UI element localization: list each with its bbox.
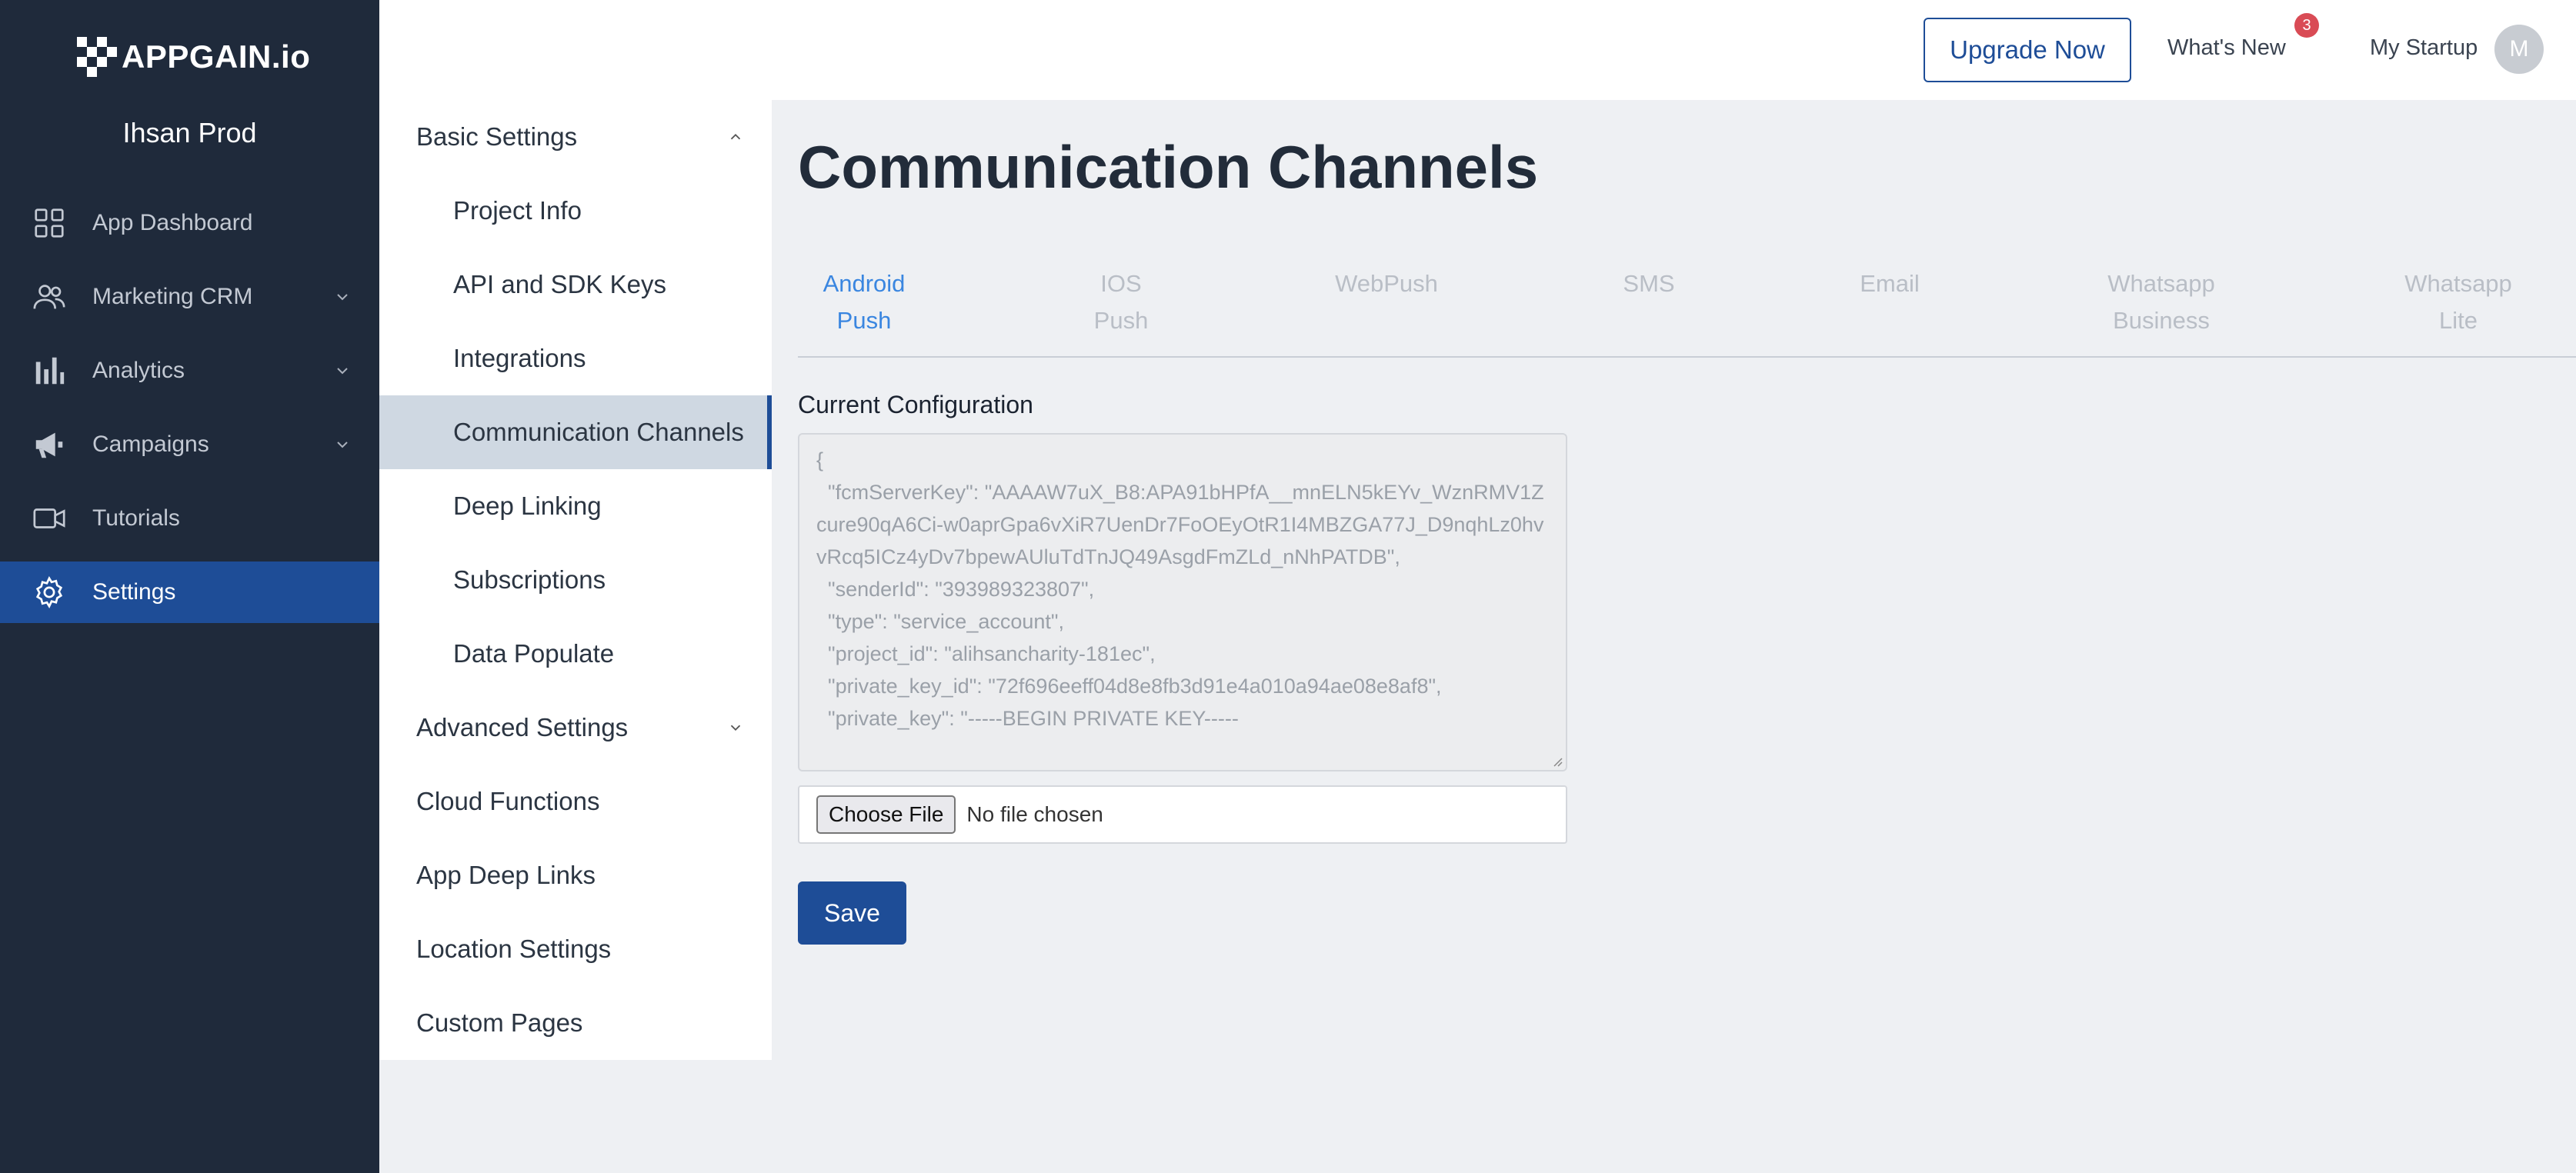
workspace-menu[interactable]: My Startup bbox=[2370, 35, 2478, 61]
tab-whatsapp-lite[interactable]: Whatsapp Lite bbox=[2404, 265, 2512, 339]
notification-badge: 3 bbox=[2294, 13, 2319, 38]
appgain-logo[interactable]: APPGAIN.io bbox=[77, 35, 310, 78]
choose-file-button[interactable]: Choose File bbox=[816, 795, 956, 834]
submenu-item-data-populate[interactable]: Data Populate bbox=[379, 617, 772, 691]
project-name[interactable]: Ihsan Prod bbox=[0, 117, 379, 149]
tab-ios-push[interactable]: IOS Push bbox=[1094, 265, 1149, 339]
grid-icon bbox=[31, 205, 68, 242]
sidebar-item-campaigns[interactable]: Campaigns bbox=[0, 414, 379, 475]
tab-email[interactable]: Email bbox=[1860, 265, 1920, 302]
submenu-group-advanced-settings[interactable]: Advanced Settings bbox=[379, 691, 772, 765]
chevron-down-icon bbox=[337, 442, 348, 448]
sidebar-item-analytics[interactable]: Analytics bbox=[0, 340, 379, 402]
submenu-item-project-info[interactable]: Project Info bbox=[379, 174, 772, 248]
tab-android-push[interactable]: Android Push bbox=[823, 265, 906, 339]
main-sidebar: APPGAIN.io Ihsan Prod App Dashboard Mark… bbox=[0, 0, 379, 1173]
sidebar-item-label: Campaigns bbox=[92, 432, 209, 457]
submenu-group-app-deep-links[interactable]: App Deep Links bbox=[379, 838, 772, 912]
submenu-group-cloud-functions[interactable]: Cloud Functions bbox=[379, 765, 772, 838]
tab-webpush[interactable]: WebPush bbox=[1335, 265, 1438, 302]
sidebar-item-app-dashboard[interactable]: App Dashboard bbox=[0, 192, 379, 254]
chevron-down-icon bbox=[337, 294, 348, 301]
upgrade-now-button[interactable]: Upgrade Now bbox=[1924, 18, 2131, 82]
chevron-down-icon bbox=[337, 368, 348, 375]
submenu-group-basic-settings[interactable]: Basic Settings bbox=[379, 100, 772, 174]
file-status-text: No file chosen bbox=[966, 802, 1103, 826]
sidebar-item-label: Analytics bbox=[92, 358, 185, 383]
resize-handle-icon[interactable] bbox=[1550, 755, 1563, 767]
submenu-group-custom-pages[interactable]: Custom Pages bbox=[379, 986, 772, 1060]
submenu-item-communication-channels[interactable]: Communication Channels bbox=[379, 395, 772, 469]
submenu-item-deep-linking[interactable]: Deep Linking bbox=[379, 469, 772, 543]
submenu-item-api-sdk-keys[interactable]: API and SDK Keys bbox=[379, 248, 772, 322]
configuration-text: { "fcmServerKey": "AAAAW7uX_B8:APA91bHPf… bbox=[816, 448, 1544, 730]
current-configuration-label: Current Configuration bbox=[798, 391, 1033, 418]
sidebar-item-label: Settings bbox=[92, 579, 176, 605]
sidebar-item-label: Marketing CRM bbox=[92, 284, 253, 309]
submenu-group-label: Basic Settings bbox=[416, 122, 578, 151]
tab-whatsapp-business[interactable]: Whatsapp Business bbox=[2107, 265, 2215, 339]
tab-sms[interactable]: SMS bbox=[1623, 265, 1674, 302]
video-icon bbox=[31, 500, 68, 537]
bar-chart-icon bbox=[31, 352, 68, 389]
avatar[interactable]: M bbox=[2494, 25, 2544, 74]
submenu-group-location-settings[interactable]: Location Settings bbox=[379, 912, 772, 986]
sidebar-item-label: Tutorials bbox=[92, 505, 180, 531]
megaphone-icon bbox=[31, 426, 68, 463]
channel-tabs: Android Push IOS Push WebPush SMS Email … bbox=[798, 265, 2576, 358]
chevron-up-icon bbox=[730, 133, 741, 140]
sidebar-nav: App Dashboard Marketing CRM Analytics Ca… bbox=[0, 192, 379, 635]
settings-submenu: Basic Settings Project Info API and SDK … bbox=[379, 100, 772, 1060]
configuration-textarea[interactable]: { "fcmServerKey": "AAAAW7uX_B8:APA91bHPf… bbox=[798, 433, 1567, 771]
submenu-item-subscriptions[interactable]: Subscriptions bbox=[379, 543, 772, 617]
sidebar-item-tutorials[interactable]: Tutorials bbox=[0, 488, 379, 549]
file-upload-field: Choose File No file chosen bbox=[798, 785, 1567, 844]
sidebar-item-label: App Dashboard bbox=[92, 210, 253, 235]
users-icon bbox=[31, 278, 68, 315]
sidebar-item-marketing-crm[interactable]: Marketing CRM bbox=[0, 266, 379, 328]
save-button[interactable]: Save bbox=[798, 881, 906, 945]
page-title: Communication Channels bbox=[798, 133, 1539, 201]
submenu-item-integrations[interactable]: Integrations bbox=[379, 322, 772, 395]
sidebar-item-settings[interactable]: Settings bbox=[0, 562, 379, 623]
whats-new-link[interactable]: What's New bbox=[2167, 35, 2286, 61]
gear-icon bbox=[31, 574, 68, 611]
logo-mark-icon bbox=[77, 37, 117, 77]
chevron-down-icon bbox=[730, 725, 741, 731]
logo-text: APPGAIN.io bbox=[122, 38, 311, 75]
submenu-group-label: Advanced Settings bbox=[416, 713, 629, 741]
